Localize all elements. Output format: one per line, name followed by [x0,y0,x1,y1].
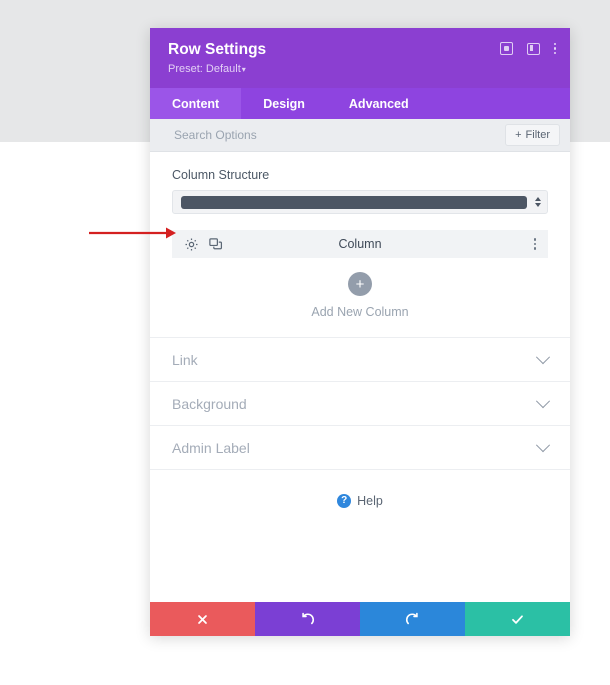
header-icon-group [500,42,557,55]
column-title: Column [172,237,548,251]
column-structure-preview [181,196,527,209]
chevron-down-icon [536,438,550,452]
duplicate-icon[interactable] [208,237,223,252]
question-mark-icon: ? [337,494,351,508]
tab-design[interactable]: Design [241,88,327,119]
accordion-background-label: Background [172,396,247,412]
accordion-admin-label[interactable]: Admin Label [150,426,570,470]
plus-icon: + [515,129,521,141]
search-input[interactable] [172,127,505,143]
accordion-link-label: Link [172,352,198,368]
expand-icon[interactable] [500,42,513,55]
split-view-icon[interactable] [527,43,540,55]
undo-button[interactable] [255,602,360,636]
accordion-link[interactable]: Link [150,338,570,382]
preset-label: Preset: Default [168,63,241,75]
save-button[interactable] [465,602,570,636]
redo-button[interactable] [360,602,465,636]
settings-icon[interactable] [184,237,199,252]
more-options-icon[interactable] [554,43,557,55]
chevron-down-icon [536,394,550,408]
help-label: Help [357,494,383,508]
search-bar: + Filter [150,119,570,152]
tab-advanced[interactable]: Advanced [327,88,431,119]
modal-body: Column Structure [150,152,570,602]
accordion-background[interactable]: Background [150,382,570,426]
add-new-column-label: Add New Column [311,305,408,319]
add-new-column-button[interactable]: + Add New Column [172,258,548,337]
preset-caret-icon: ▾ [242,65,246,74]
plus-circle-icon: + [348,272,372,296]
tab-content[interactable]: Content [150,88,241,119]
kebab-menu-icon[interactable] [534,238,537,250]
modal-footer [150,602,570,636]
chevron-down-icon [536,350,550,364]
column-item[interactable]: Column [172,230,548,258]
column-structure-field: Column Structure [150,152,570,214]
preset-selector[interactable]: Preset: Default▾ [168,62,552,77]
column-structure-select[interactable] [172,190,548,214]
column-list: Column + Add New Column [150,214,570,337]
row-settings-modal: Row Settings Preset: Default▾ Content De… [150,28,570,636]
filter-label: Filter [526,129,550,141]
annotation-arrow [88,224,176,242]
cancel-button[interactable] [150,602,255,636]
column-tools [184,237,223,252]
help-link[interactable]: ? Help [150,470,570,508]
page-title: Row Settings [168,40,552,59]
filter-button[interactable]: + Filter [505,124,560,146]
chevron-updown-icon [535,197,541,207]
accordion-admin-label-label: Admin Label [172,440,250,456]
accordion-group: Link Background Admin Label [150,337,570,470]
tab-bar: Content Design Advanced [150,88,570,119]
column-structure-label: Column Structure [172,168,548,182]
modal-header: Row Settings Preset: Default▾ [150,28,570,88]
